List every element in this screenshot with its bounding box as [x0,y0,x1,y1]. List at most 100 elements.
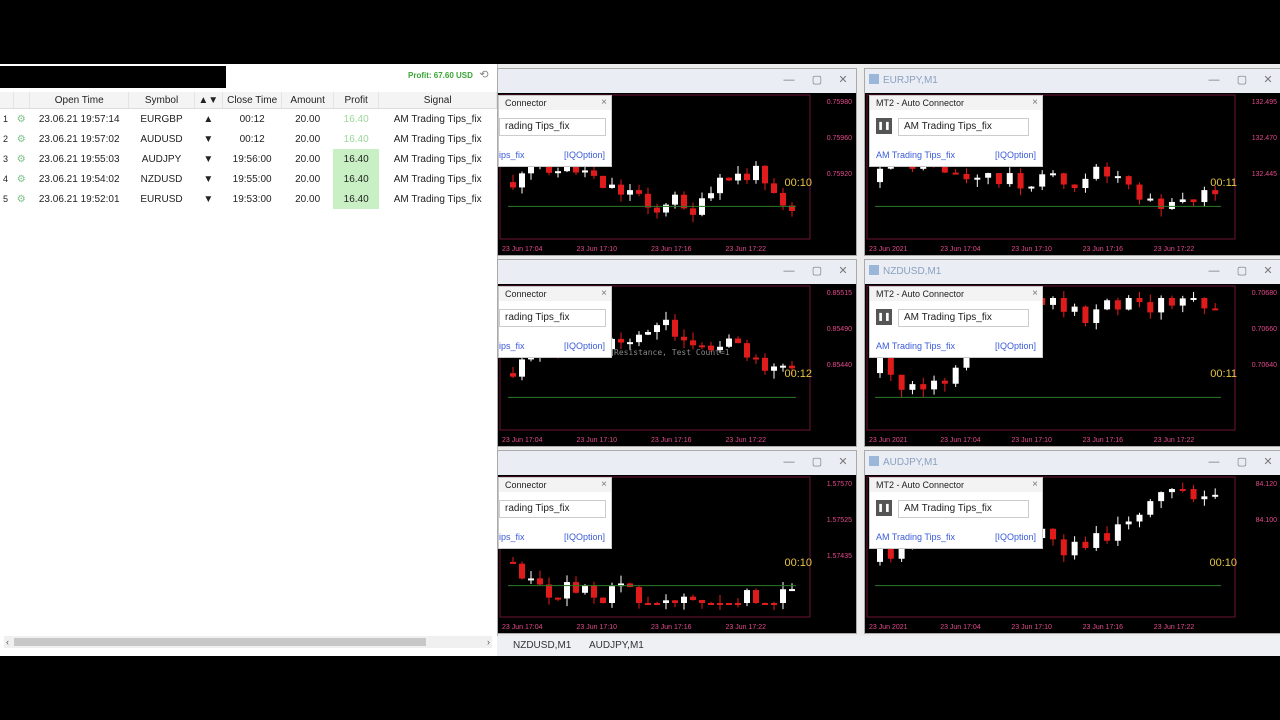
maximize-icon[interactable]: ▢ [1235,264,1249,278]
broker-link[interactable]: [IQOption] [564,532,605,542]
chart-area[interactable]: 0.70680 0.70660 0.70640 23 Jun 2021 23 Jun 1… [865,284,1280,446]
minimize-icon[interactable]: — [782,264,796,278]
scrollbar-thumb[interactable] [14,638,426,646]
candle-body [636,334,642,343]
chart-titlebar[interactable]: — ▢ ✕ [498,451,856,475]
connector-close-icon[interactable]: × [601,288,607,299]
table-row[interactable]: 4 ⚙ 23.06.21 19:54:02 NZDUSD ▼ 19:55:00 20.00 1… [0,169,497,189]
amount-cell: 20.00 [295,133,321,145]
minimize-icon[interactable]: — [782,73,796,87]
maximize-icon[interactable]: ▢ [810,73,824,87]
scroll-left-icon[interactable]: ‹ [6,636,9,648]
connector-close-icon[interactable]: × [1032,288,1038,299]
candle-body [952,367,959,384]
maximize-icon[interactable]: ▢ [1235,455,1249,469]
signal-dropdown[interactable]: rading Tips_fix [499,309,606,327]
candle-body [1104,300,1111,310]
chart-window[interactable]: NZDUSD,M1 — ▢ ✕ 0.70680 0.70660 0.70640 23 … [864,259,1280,447]
maximize-icon[interactable]: ▢ [1235,73,1249,87]
pause-button[interactable]: ❚❚ [876,118,892,134]
signal-dropdown[interactable]: AM Trading Tips_fix [898,118,1029,136]
broker-link[interactable]: [IQOption] [995,341,1036,351]
signal-dropdown[interactable]: AM Trading Tips_fix [898,500,1029,518]
close-icon[interactable]: ✕ [1261,264,1275,278]
candle-body [1060,539,1067,556]
signal-link[interactable]: AM Trading Tips_fix [876,532,955,542]
broker-link[interactable]: [IQOption] [995,532,1036,542]
candle-body [1190,298,1197,300]
close-icon[interactable]: ✕ [1261,455,1275,469]
chart-window[interactable]: — ▢ ✕ 0.85515 0.85490 0.85440 23 Jun 17:04 2… [497,259,857,447]
connector-close-icon[interactable]: × [1032,97,1038,108]
col-close-time[interactable]: Close Time [222,92,283,109]
candle-body [898,374,905,390]
connector-close-icon[interactable]: × [601,479,607,490]
signal-dropdown[interactable]: rading Tips_fix [499,118,606,136]
chart-area[interactable]: 84.120 84.100 23 Jun 2021 23 Jun 17:04 23 Ju… [865,475,1280,633]
signal-link[interactable]: ips_fix [499,150,525,160]
signal-link[interactable]: AM Trading Tips_fix [876,150,955,160]
pause-button[interactable]: ❚❚ [876,309,892,325]
col-symbol[interactable]: Symbol [128,92,195,109]
tab-audjpy[interactable]: AUDJPY,M1 [589,640,644,651]
minimize-icon[interactable]: — [1207,264,1221,278]
col-profit[interactable]: Profit [333,92,380,109]
price-label: 0.85515 [826,290,852,297]
signal-cell: AM Trading Tips_fix [393,193,482,205]
pause-button[interactable]: ❚❚ [876,500,892,516]
candle-body [699,600,705,603]
close-icon[interactable]: ✕ [836,455,850,469]
broker-link[interactable]: [IQOption] [564,150,605,160]
table-row[interactable]: 3 ⚙ 23.06.21 19:55:03 AUDJPY ▼ 19:56:00 20.00 1… [0,149,497,169]
chart-titlebar[interactable]: AUDJPY,M1 — ▢ ✕ [865,451,1280,475]
signal-dropdown[interactable]: AM Trading Tips_fix [898,309,1029,327]
connector-close-icon[interactable]: × [1032,479,1038,490]
chart-titlebar[interactable]: — ▢ ✕ [498,69,856,93]
chart-window[interactable]: — ▢ ✕ 1.57570 1.57525 1.57435 23 Jun 17:04 2… [497,450,857,634]
signal-link[interactable]: ips_fix [499,532,525,542]
chart-area[interactable]: 1.57570 1.57525 1.57435 23 Jun 17:04 23 Jun … [498,475,856,633]
minimize-icon[interactable]: — [1207,73,1221,87]
chart-area[interactable]: 132.495 132.470 132.445 23 Jun 2021 23 Jun 1… [865,93,1280,255]
candle-body [618,338,624,343]
chart-titlebar[interactable]: EURJPY,M1 — ▢ ✕ [865,69,1280,93]
col-direction[interactable]: ▲▼ [194,92,223,109]
signal-dropdown[interactable]: rading Tips_fix [499,500,606,518]
tab-nzdusd[interactable]: NZDUSD,M1 [513,640,571,651]
broker-link[interactable]: [IQOption] [564,341,605,351]
candle-body [1201,190,1208,203]
minimize-icon[interactable]: — [1207,455,1221,469]
col-open-time[interactable]: Open Time [29,92,130,109]
refresh-icon[interactable]: ⟲ [478,69,490,81]
close-icon[interactable]: ✕ [836,73,850,87]
col-amount[interactable]: Amount [281,92,334,109]
maximize-icon[interactable]: ▢ [810,264,824,278]
connector-close-icon[interactable]: × [601,97,607,108]
time-label: 23 Jun 17:22 [1153,437,1195,444]
chart-window[interactable]: — ▢ ✕ 0.75980 0.75960 0.75920 23 Jun 17:04 2… [497,68,857,256]
chart-area[interactable]: 0.85515 0.85490 0.85440 23 Jun 17:04 23 Jun … [498,284,856,446]
chart-area[interactable]: 0.75980 0.75960 0.75920 23 Jun 17:04 23 Jun … [498,93,856,255]
table-row[interactable]: 2 ⚙ 23.06.21 19:57:02 AUDUSD ▼ 00:12 20.00 16.4… [0,129,497,149]
time-label: 23 Jun 17:16 [651,437,692,444]
minimize-icon[interactable]: — [782,455,796,469]
maximize-icon[interactable]: ▢ [810,455,824,469]
chart-window[interactable]: AUDJPY,M1 — ▢ ✕ 84.120 84.100 23 Jun 2021 2… [864,450,1280,634]
close-icon[interactable]: ✕ [836,264,850,278]
candle-body [690,208,696,215]
price-label: 0.70660 [1251,326,1277,333]
table-row[interactable]: 1 ⚙ 23.06.21 19:57:14 EURGBP ▲ 00:12 20.00 16.4… [0,109,497,130]
chart-titlebar[interactable]: NZDUSD,M1 — ▢ ✕ [865,260,1280,284]
chart-window[interactable]: EURJPY,M1 — ▢ ✕ 132.495 132.470 132.445 23 … [864,68,1280,256]
chart-titlebar[interactable]: — ▢ ✕ [498,260,856,284]
close-icon[interactable]: ✕ [1261,73,1275,87]
scroll-right-icon[interactable]: › [487,636,490,648]
signal-link[interactable]: AM Trading Tips_fix [876,341,955,351]
price-label: 0.75960 [826,135,852,142]
signal-link[interactable]: ips_fix [499,341,525,351]
col-signal[interactable]: Signal [378,92,497,109]
broker-link[interactable]: [IQOption] [995,150,1036,160]
horizontal-scrollbar[interactable]: ‹ › [4,636,492,648]
table-row[interactable]: 5 ⚙ 23.06.21 19:52:01 EURUSD ▼ 19:53:00 20.00 1… [0,189,497,209]
time-label: 23 Jun 17:04 [502,624,543,631]
